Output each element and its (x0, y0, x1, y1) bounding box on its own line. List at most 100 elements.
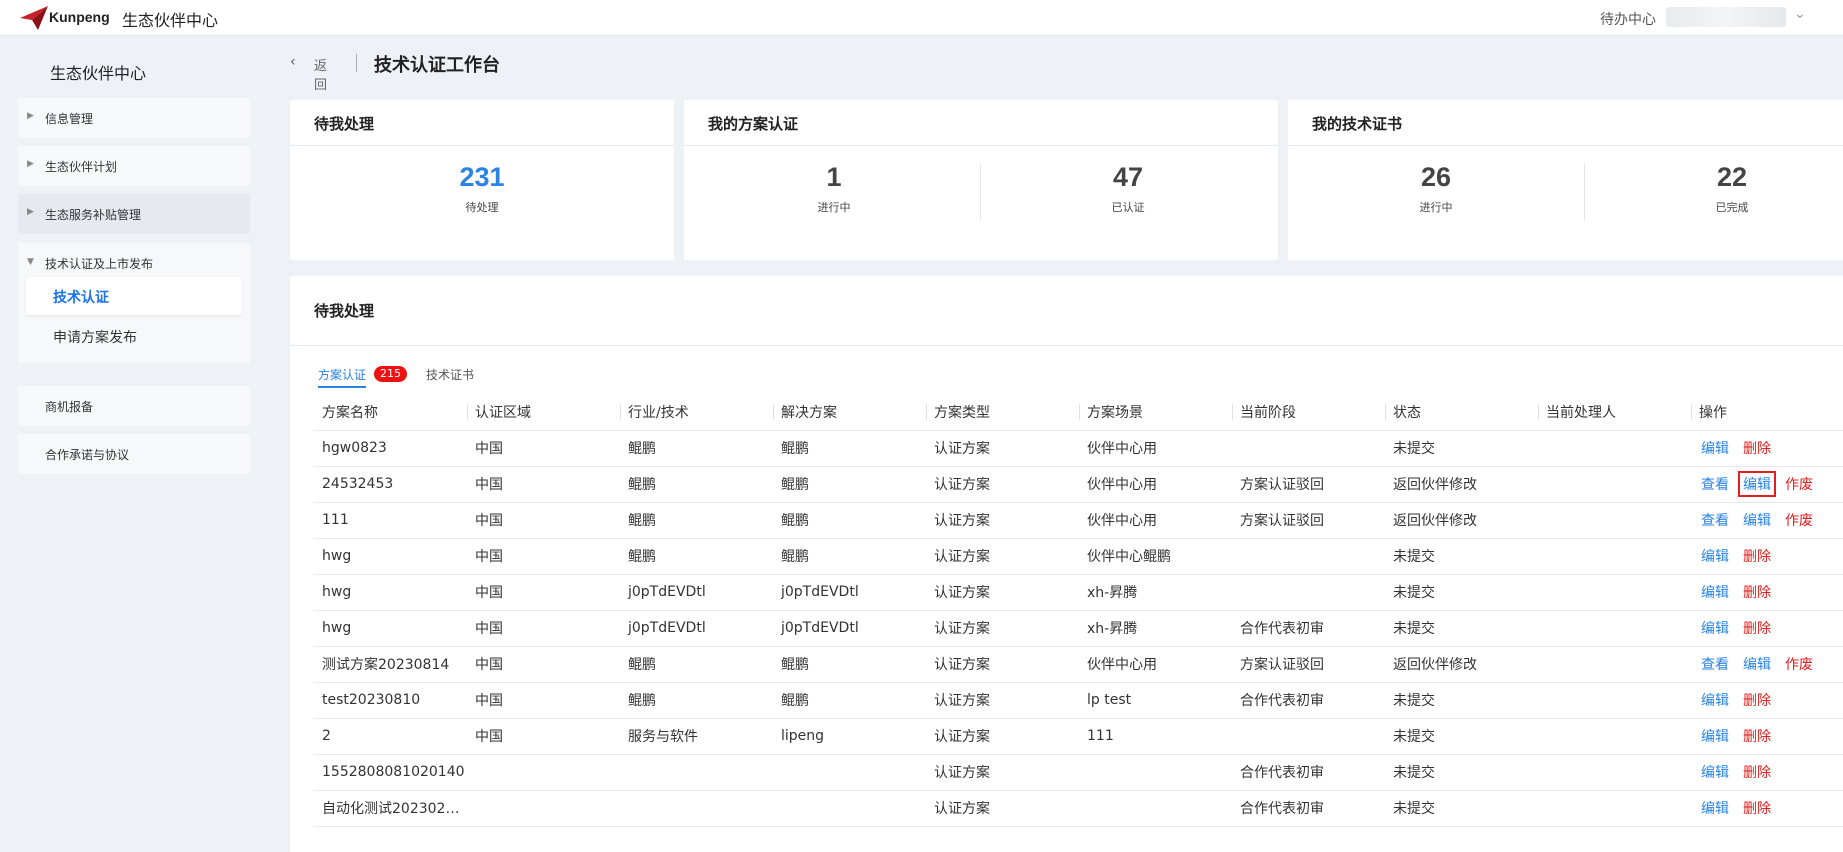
sidebar-group-tech-certification: ▼ 技术认证及上市发布 技术认证 申请方案发布 (18, 243, 250, 363)
delete-button[interactable]: 删除 (1741, 438, 1773, 458)
chevron-down-icon[interactable]: ⌄ (1794, 6, 1806, 22)
table-cell (1538, 682, 1691, 719)
view-button[interactable]: 查看 (1699, 654, 1731, 674)
column-separator (926, 404, 927, 420)
table-row[interactable]: hwg 中国 鲲鹏 鲲鹏 认证方案 伙伴中心鲲鹏 未提交 编辑 删除 (314, 538, 1843, 575)
column-header: 方案名称 (314, 394, 467, 431)
column-header-label: 方案场景 (1087, 404, 1143, 421)
column-header: 当前处理人 (1538, 394, 1691, 431)
table-cell: 未提交 (1385, 574, 1538, 611)
tech-certificate-card: 我的技术证书 26 进行中 22 已完成 (1288, 100, 1843, 260)
table-row[interactable]: hgw0823 中国 鲲鹏 鲲鹏 认证方案 伙伴中心用 未提交 编辑 删除 (314, 430, 1843, 467)
table-row[interactable]: 1552808081020140 认证方案 合作代表初审 未提交 编辑 删除 (314, 754, 1843, 791)
sidebar-item-subsidy-management[interactable]: ▶ 生态服务补贴管理 (18, 194, 250, 234)
edit-button[interactable]: 编辑 (1699, 726, 1731, 746)
column-header-label: 方案类型 (934, 404, 990, 421)
todo-center-link[interactable]: 待办中心 (1600, 9, 1656, 29)
sidebar-item-info-management[interactable]: ▶ 信息管理 (18, 98, 250, 138)
edit-button[interactable]: 编辑 (1699, 438, 1731, 458)
sidebar-item-cooperation-agreement[interactable]: 合作承诺与协议 (18, 434, 250, 474)
table-row[interactable]: test20230810 中国 鲲鹏 鲲鹏 认证方案 lp test 合作代表初审 未提交 编辑… (314, 682, 1843, 719)
table-cell: 合作代表初审 (1232, 754, 1385, 791)
delete-button[interactable]: 删除 (1741, 618, 1773, 638)
table-cell: 鲲鹏 (773, 430, 926, 467)
table-cell: 认证方案 (926, 718, 1079, 755)
user-account[interactable] (1666, 7, 1786, 27)
delete-button[interactable]: 删除 (1741, 726, 1773, 746)
table-row[interactable]: 自动化测试2023021... 认证方案 合作代表初审 未提交 编辑 删除 (314, 790, 1843, 827)
table-row[interactable]: hwg 中国 j0pTdEVDtl j0pTdEVDtl 认证方案 xh-昇腾 未提交 编辑删… (314, 574, 1843, 611)
actions-cell: 编辑 删除 (1691, 682, 1843, 719)
edit-button[interactable]: 编辑 (1699, 690, 1731, 710)
sidebar: 生态伙伴中心 ▶ 信息管理 ▶ 生态伙伴计划 ▶ 生态服务补贴管理 ▼ 技术认证… (0, 36, 266, 852)
table-row[interactable]: hwg 中国 j0pTdEVDtl j0pTdEVDtl 认证方案 xh-昇腾 合作代表初审… (314, 610, 1843, 647)
void-button[interactable]: 作废 (1783, 510, 1815, 530)
sidebar-subitem-apply-solution-release[interactable]: 申请方案发布 (53, 327, 137, 347)
caret-down-icon[interactable]: ▼ (27, 257, 34, 267)
void-button[interactable]: 作废 (1783, 474, 1815, 494)
logo-text[interactable]: Kunpeng (49, 9, 110, 25)
table-cell (773, 790, 926, 827)
table-row[interactable]: 测试方案20230814 中国 鲲鹏 鲲鹏 认证方案 伙伴中心用 方案认证驳回 返回伙伴修改查… (314, 646, 1843, 683)
card-header: 我的技术证书 (1288, 100, 1843, 146)
solution-certified-stat[interactable]: 47 已认证 (1028, 162, 1228, 215)
void-button[interactable]: 作废 (1783, 654, 1815, 674)
delete-button[interactable]: 删除 (1741, 762, 1773, 782)
brand-title[interactable]: 生态伙伴中心 (122, 7, 218, 31)
table-cell: 中国 (467, 538, 620, 575)
edit-button[interactable]: 编辑 (1699, 762, 1731, 782)
tab-solution-certification[interactable]: 方案认证 215 (318, 366, 407, 388)
cert-completed-stat[interactable]: 22 已完成 (1632, 162, 1832, 215)
table-cell (1232, 574, 1385, 611)
table-cell: 未提交 (1385, 718, 1538, 755)
solution-cert-card: 我的方案认证 1 进行中 47 已认证 (684, 100, 1278, 260)
pending-stat[interactable]: 231 待处理 (382, 162, 582, 215)
table-cell: 111 (314, 502, 467, 539)
divider (356, 54, 357, 72)
table-cell (1538, 718, 1691, 755)
delete-button[interactable]: 删除 (1741, 582, 1773, 602)
cert-in-progress-stat[interactable]: 26 进行中 (1336, 162, 1536, 215)
caret-right-icon: ▶ (27, 111, 34, 121)
delete-button[interactable]: 删除 (1741, 690, 1773, 710)
edit-button[interactable]: 编辑 (1699, 582, 1731, 602)
table-cell: j0pTdEVDtl (773, 610, 926, 647)
chevron-left-icon[interactable]: ‹ (290, 54, 296, 70)
sidebar-subitem-tech-certification[interactable]: 技术认证 (26, 277, 242, 315)
stat-caption: 已完成 (1715, 201, 1749, 214)
table-cell: j0pTdEVDtl (620, 574, 773, 611)
solution-in-progress-stat[interactable]: 1 进行中 (734, 162, 934, 215)
page-title: 技术认证工作台 (374, 55, 500, 76)
table-cell: 认证方案 (926, 466, 1079, 503)
table-row[interactable]: 24532453 中国 鲲鹏 鲲鹏 认证方案 伙伴中心用 方案认证驳回 返回伙伴修改 查看 编辑作… (314, 466, 1843, 503)
sidebar-item-partner-plan[interactable]: ▶ 生态伙伴计划 (18, 146, 250, 186)
table-cell: 中国 (467, 718, 620, 755)
table-cell (467, 790, 620, 827)
edit-button[interactable]: 编辑 (1699, 618, 1731, 638)
table-cell: 认证方案 (926, 502, 1079, 539)
table-cell: 中国 (467, 430, 620, 467)
edit-button[interactable]: 编辑 (1699, 546, 1731, 566)
view-button[interactable]: 查看 (1699, 474, 1731, 494)
table-row[interactable]: 2 中国 服务与软件 lipeng 认证方案 111 未提交 编辑 删除 (314, 718, 1843, 755)
edit-button[interactable]: 编辑 (1741, 510, 1773, 530)
delete-button[interactable]: 删除 (1741, 798, 1773, 818)
table-row[interactable]: 111 中国 鲲鹏 鲲鹏 认证方案 伙伴中心用 方案认证驳回 返回伙伴修改 查看 编辑 作废 (314, 502, 1843, 539)
table-cell: j0pTdEVDtl (773, 574, 926, 611)
column-separator (1232, 404, 1233, 420)
sidebar-item-opportunity-report[interactable]: 商机报备 (18, 386, 250, 426)
table-cell: 服务与软件 (620, 718, 773, 755)
actions-cell: 查看 编辑 作废 (1691, 646, 1843, 683)
edit-button[interactable]: 编辑 (1741, 654, 1773, 674)
tab-tech-certificate[interactable]: 技术证书 (426, 366, 474, 383)
view-button[interactable]: 查看 (1699, 510, 1731, 530)
column-header-label: 认证区域 (475, 404, 531, 421)
delete-button[interactable]: 删除 (1741, 546, 1773, 566)
table-cell: 伙伴中心鲲鹏 (1079, 538, 1232, 575)
table-cell: 鲲鹏 (773, 538, 926, 575)
back-link[interactable]: 返回 (314, 55, 327, 93)
edit-button[interactable]: 编辑 (1738, 471, 1776, 497)
edit-button[interactable]: 编辑 (1699, 798, 1731, 818)
sidebar-title: 生态伙伴中心 (50, 64, 147, 83)
sidebar-item-label[interactable]: 技术认证及上市发布 (45, 255, 153, 272)
